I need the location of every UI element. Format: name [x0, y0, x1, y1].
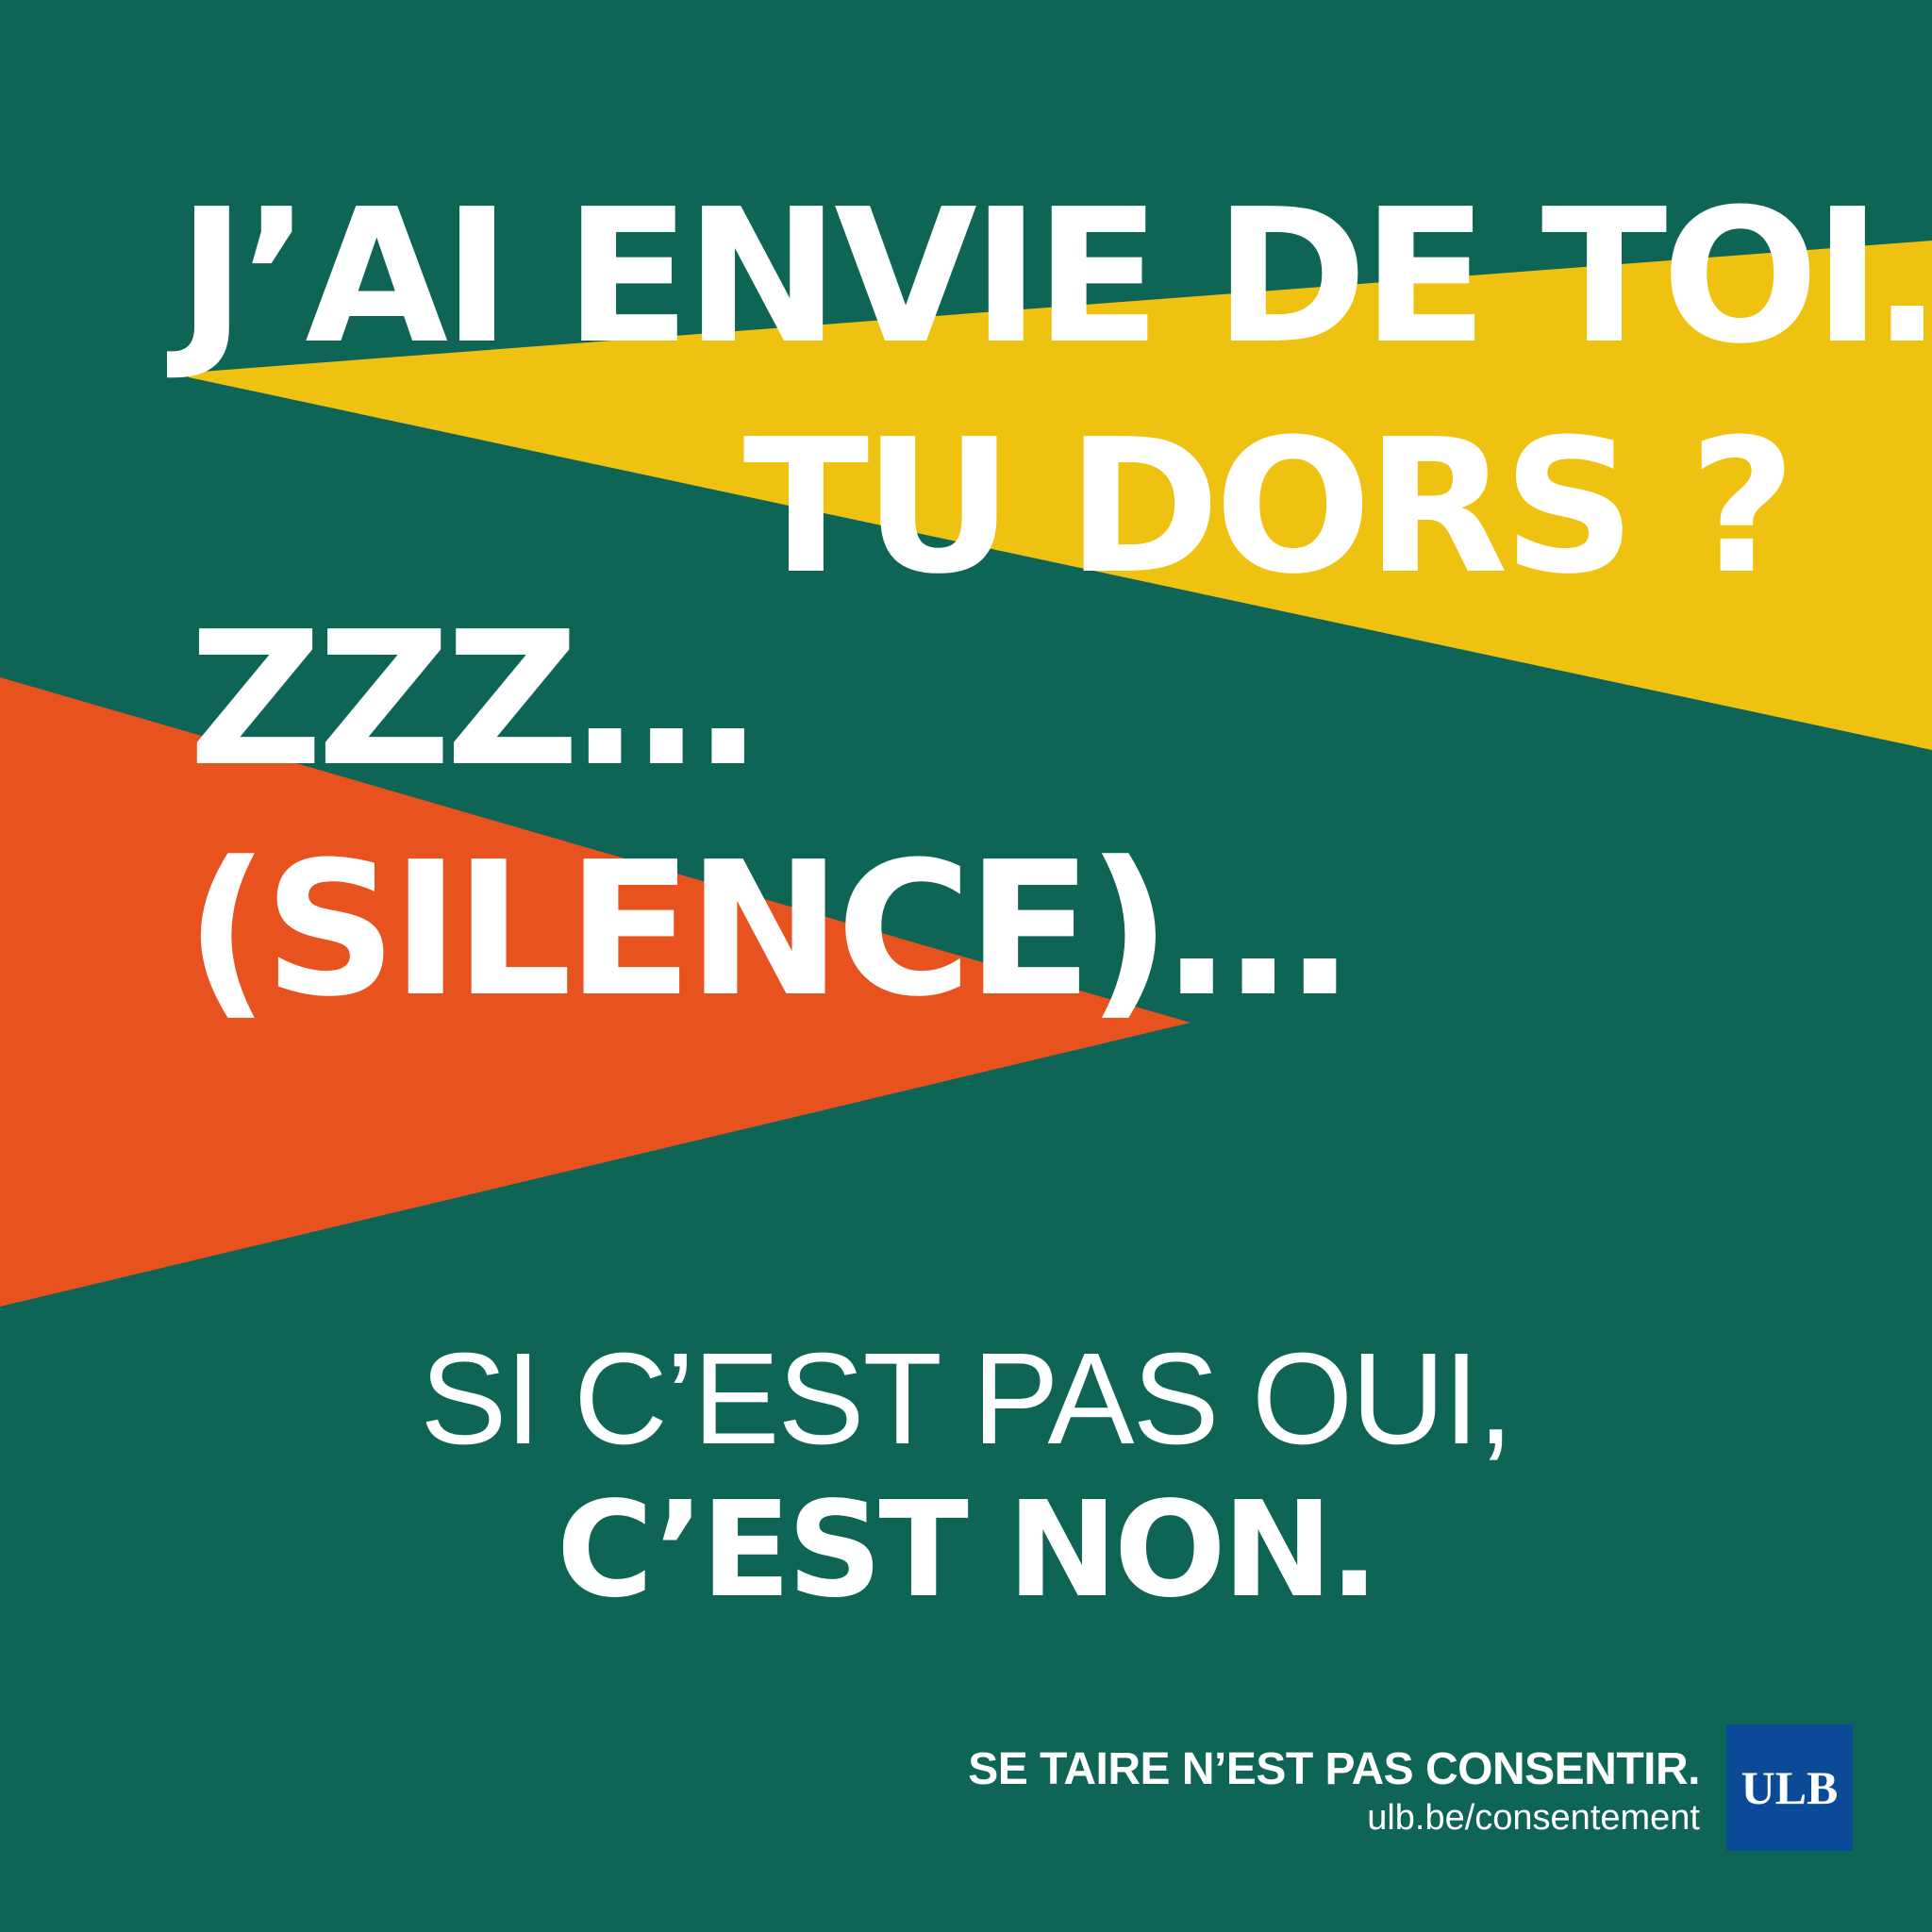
headline-line-2: TU DORS ?: [742, 400, 1796, 615]
ulb-logo: ULB: [1726, 1724, 1853, 1851]
ulb-logo-text: ULB: [1740, 1761, 1839, 1814]
headline-line-3: ZZZ…: [189, 592, 758, 808]
footer-url[interactable]: ulb.be/consentement: [968, 1800, 1700, 1836]
headline-line-1: J’AI ENVIE DE TOI…: [177, 170, 1932, 385]
footer: SE TAIRE N’EST PAS CONSENTIR. ulb.be/con…: [968, 1744, 1700, 1837]
poster: J’AI ENVIE DE TOI… TU DORS ? ZZZ… (SILEN…: [0, 0, 1932, 1932]
tagline-bold: C’EST NON.: [556, 1474, 1379, 1627]
headline-line-4: (SILENCE)…: [185, 823, 1351, 1038]
footer-slogan: SE TAIRE N’EST PAS CONSENTIR.: [968, 1744, 1700, 1794]
tagline-light: SI C’EST PAS OUI,: [420, 1326, 1513, 1472]
